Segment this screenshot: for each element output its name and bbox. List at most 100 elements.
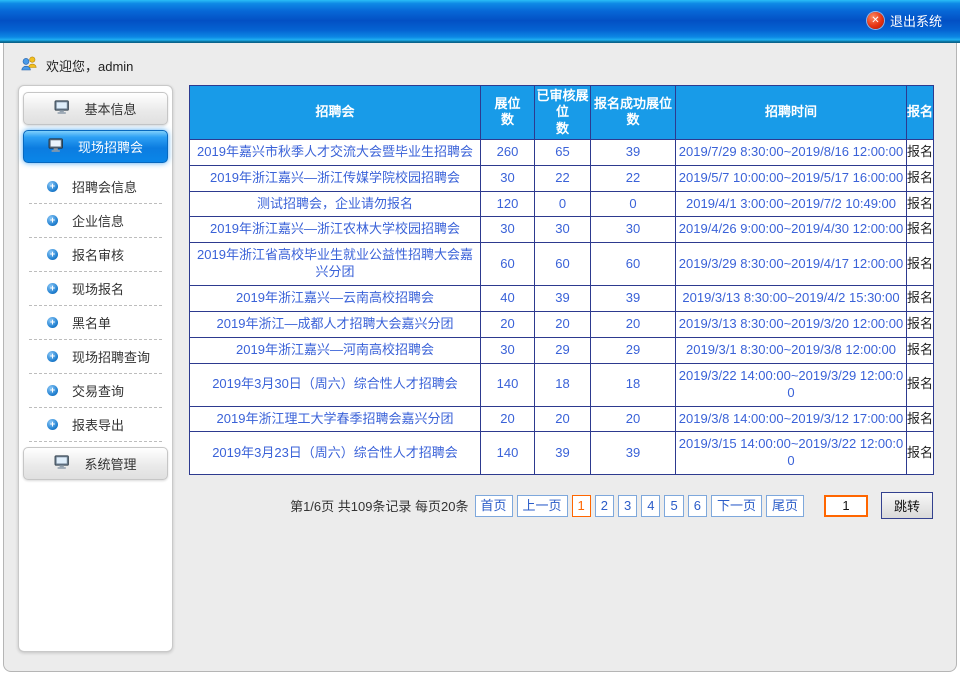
- main-panel: 招聘会 展位 数 已审核展位 数 报名成功展位数 招聘时间 报名 2019年嘉兴…: [189, 85, 933, 519]
- recruit-time: 2019/4/26 9:00:00~2019/4/30 12:00:00: [676, 217, 907, 243]
- booth-count: 30: [481, 217, 535, 243]
- register-link[interactable]: 报名: [907, 363, 934, 406]
- table-header-row: 招聘会 展位 数 已审核展位 数 报名成功展位数 招聘时间 报名: [190, 86, 934, 140]
- approved-booth-count: 30: [535, 217, 591, 243]
- sidebar-subitem-label: 黑名单: [72, 313, 111, 332]
- next-page-button[interactable]: 下一页: [711, 495, 762, 517]
- page-number-button-3[interactable]: 3: [618, 495, 637, 517]
- welcome-text: 欢迎您，admin: [46, 56, 133, 75]
- success-booth-count: 20: [591, 406, 676, 432]
- sidebar-item-onsite-job-fair[interactable]: 现场招聘会: [23, 130, 168, 163]
- success-booth-count: 60: [591, 243, 676, 286]
- register-link[interactable]: 报名: [907, 286, 934, 312]
- prev-page-button[interactable]: 上一页: [517, 495, 568, 517]
- page-number-button-2[interactable]: 2: [595, 495, 614, 517]
- sidebar-item-label: 现场招聘会: [78, 137, 143, 156]
- sidebar-submenu: +招聘会信息+企业信息+报名审核+现场报名+黑名单+现场招聘查询+交易查询+报表…: [23, 168, 168, 446]
- job-fair-name-link[interactable]: 2019年浙江嘉兴—河南高校招聘会: [190, 337, 481, 363]
- approved-booth-count: 0: [535, 191, 591, 217]
- register-link[interactable]: 报名: [907, 311, 934, 337]
- register-link[interactable]: 报名: [907, 217, 934, 243]
- table-row: 2019年浙江—成都人才招聘大会嘉兴分团2020202019/3/13 8:30…: [190, 311, 934, 337]
- table-row: 2019年浙江嘉兴—河南高校招聘会3029292019/3/1 8:30:00~…: [190, 337, 934, 363]
- pagination-bar: 第1/6页 共109条记录 每页20条 首页 上一页 123456 下一页 尾页…: [189, 492, 933, 519]
- approved-booth-count: 39: [535, 432, 591, 475]
- logout-button[interactable]: ✕ 退出系统: [867, 11, 942, 30]
- register-link[interactable]: 报名: [907, 406, 934, 432]
- sidebar-subitem-5[interactable]: +现场招聘查询: [29, 340, 162, 374]
- register-link[interactable]: 报名: [907, 243, 934, 286]
- job-fair-name-link[interactable]: 2019年浙江嘉兴—浙江农林大学校园招聘会: [190, 217, 481, 243]
- plus-icon: +: [47, 419, 58, 430]
- register-link[interactable]: 报名: [907, 337, 934, 363]
- recruit-time: 2019/3/15 14:00:00~2019/3/22 12:00:00: [676, 432, 907, 475]
- last-page-button[interactable]: 尾页: [766, 495, 804, 517]
- booth-count: 120: [481, 191, 535, 217]
- sidebar-subitem-label: 招聘会信息: [72, 177, 137, 196]
- booth-count: 30: [481, 337, 535, 363]
- job-fair-name-link[interactable]: 测试招聘会，企业请勿报名: [190, 191, 481, 217]
- register-link[interactable]: 报名: [907, 432, 934, 475]
- register-link[interactable]: 报名: [907, 165, 934, 191]
- job-fair-name-link[interactable]: 2019年嘉兴市秋季人才交流大会暨毕业生招聘会: [190, 139, 481, 165]
- job-fair-name-link[interactable]: 2019年浙江嘉兴—浙江传媒学院校园招聘会: [190, 165, 481, 191]
- job-fair-name-link[interactable]: 2019年浙江理工大学春季招聘会嘉兴分团: [190, 406, 481, 432]
- column-header-job-fair: 招聘会: [190, 86, 481, 140]
- approved-booth-count: 22: [535, 165, 591, 191]
- table-row: 2019年嘉兴市秋季人才交流大会暨毕业生招聘会26065392019/7/29 …: [190, 139, 934, 165]
- page-number-button-5[interactable]: 5: [664, 495, 683, 517]
- success-booth-count: 39: [591, 432, 676, 475]
- page-jump-input[interactable]: [824, 495, 868, 517]
- recruit-time: 2019/3/13 8:30:00~2019/4/2 15:30:00: [676, 286, 907, 312]
- plus-icon: +: [47, 385, 58, 396]
- job-fair-name-link[interactable]: 2019年3月23日（周六）综合性人才招聘会: [190, 432, 481, 475]
- table-row: 2019年浙江嘉兴—浙江传媒学院校园招聘会3022222019/5/7 10:0…: [190, 165, 934, 191]
- success-booth-count: 39: [591, 286, 676, 312]
- recruit-time: 2019/3/22 14:00:00~2019/3/29 12:00:00: [676, 363, 907, 406]
- sidebar-subitem-label: 现场报名: [72, 279, 124, 298]
- page-number-button-4[interactable]: 4: [641, 495, 660, 517]
- jump-button[interactable]: 跳转: [881, 492, 933, 519]
- sidebar-item-basic-info[interactable]: 基本信息: [23, 92, 168, 125]
- sidebar-item-system-management[interactable]: 系统管理: [23, 447, 168, 480]
- page-number-button-1[interactable]: 1: [572, 495, 591, 517]
- success-booth-count: 20: [591, 311, 676, 337]
- first-page-button[interactable]: 首页: [475, 495, 513, 517]
- approved-booth-count: 65: [535, 139, 591, 165]
- sidebar-subitem-1[interactable]: +企业信息: [29, 204, 162, 238]
- sidebar-item-label: 系统管理: [84, 454, 136, 473]
- approved-booth-count: 29: [535, 337, 591, 363]
- page-number-button-6[interactable]: 6: [688, 495, 707, 517]
- monitor-icon: [54, 455, 71, 473]
- column-header-register: 报名: [907, 86, 934, 140]
- sidebar-subitem-label: 报名审核: [72, 245, 124, 264]
- sidebar-subitem-0[interactable]: +招聘会信息: [29, 170, 162, 204]
- sidebar-subitem-6[interactable]: +交易查询: [29, 374, 162, 408]
- recruit-time: 2019/4/1 3:00:00~2019/7/2 10:49:00: [676, 191, 907, 217]
- register-link[interactable]: 报名: [907, 139, 934, 165]
- table-row: 2019年浙江嘉兴—云南高校招聘会4039392019/3/13 8:30:00…: [190, 286, 934, 312]
- register-link[interactable]: 报名: [907, 191, 934, 217]
- recruit-time: 2019/3/29 8:30:00~2019/4/17 12:00:00: [676, 243, 907, 286]
- page-summary: 第1/6页 共109条记录 每页20条: [290, 496, 468, 515]
- logout-label: 退出系统: [890, 11, 942, 30]
- table-row: 测试招聘会，企业请勿报名120002019/4/1 3:00:00~2019/7…: [190, 191, 934, 217]
- approved-booth-count: 60: [535, 243, 591, 286]
- job-fair-name-link[interactable]: 2019年3月30日（周六）综合性人才招聘会: [190, 363, 481, 406]
- monitor-icon: [48, 138, 65, 156]
- plus-icon: +: [47, 215, 58, 226]
- sidebar-subitem-2[interactable]: +报名审核: [29, 238, 162, 272]
- table-row: 2019年浙江省高校毕业生就业公益性招聘大会嘉兴分团6060602019/3/2…: [190, 243, 934, 286]
- sidebar-subitem-4[interactable]: +黑名单: [29, 306, 162, 340]
- job-fair-name-link[interactable]: 2019年浙江—成都人才招聘大会嘉兴分团: [190, 311, 481, 337]
- monitor-icon: [54, 100, 71, 118]
- approved-booth-count: 20: [535, 311, 591, 337]
- app-header: ✕ 退出系统: [0, 0, 960, 43]
- recruit-time: 2019/3/13 8:30:00~2019/3/20 12:00:00: [676, 311, 907, 337]
- booth-count: 20: [481, 311, 535, 337]
- job-fair-name-link[interactable]: 2019年浙江嘉兴—云南高校招聘会: [190, 286, 481, 312]
- sidebar-panel: 基本信息 现场招聘会 +招聘会信息+企业信息+报名审核+现场报名+黑名单+现场招…: [18, 85, 173, 652]
- sidebar-subitem-7[interactable]: +报表导出: [29, 408, 162, 442]
- job-fair-name-link[interactable]: 2019年浙江省高校毕业生就业公益性招聘大会嘉兴分团: [190, 243, 481, 286]
- sidebar-subitem-3[interactable]: +现场报名: [29, 272, 162, 306]
